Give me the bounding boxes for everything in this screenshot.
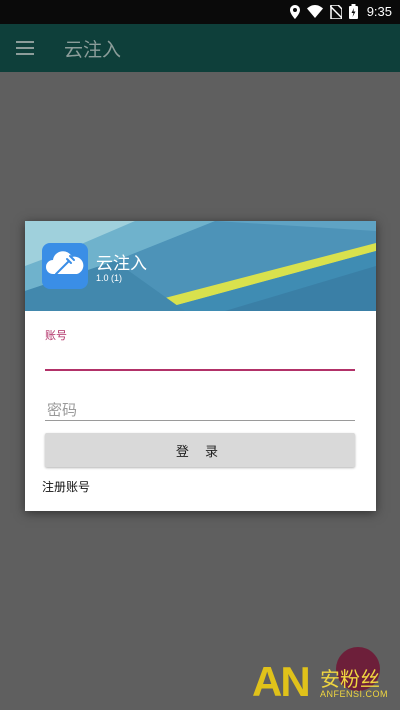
- account-label: 账号: [45, 329, 67, 342]
- password-underline: [45, 420, 355, 421]
- battery-icon: [348, 4, 358, 19]
- location-icon: [289, 4, 300, 19]
- watermark-logo: AN: [252, 658, 311, 705]
- dialog-header: 云注入 1.0 (1): [25, 221, 376, 311]
- watermark: AN 安粉丝 ANFENSI.COM: [250, 658, 400, 710]
- cloud-syringe-icon: [46, 251, 84, 275]
- register-link[interactable]: 注册账号: [42, 478, 90, 495]
- login-button[interactable]: 登 录: [45, 433, 355, 467]
- dialog-version: 1.0 (1): [96, 273, 123, 283]
- app-title: 云注入: [64, 39, 122, 61]
- watermark-url: ANFENSI.COM: [320, 689, 389, 699]
- app-bar: 云注入: [0, 24, 400, 72]
- no-sim-icon: [329, 4, 342, 19]
- menu-icon[interactable]: [16, 40, 34, 59]
- status-bar: 9:35: [0, 0, 400, 24]
- login-dialog: 云注入 1.0 (1) 账号 登 录 注册账号: [25, 221, 376, 511]
- watermark-name: 安粉丝: [320, 667, 380, 691]
- account-underline: [45, 369, 355, 371]
- account-input[interactable]: [45, 345, 359, 371]
- wifi-icon: [306, 5, 323, 18]
- status-time: 9:35: [366, 4, 392, 19]
- dialog-app-name: 云注入: [96, 254, 147, 274]
- app-icon: [42, 243, 88, 289]
